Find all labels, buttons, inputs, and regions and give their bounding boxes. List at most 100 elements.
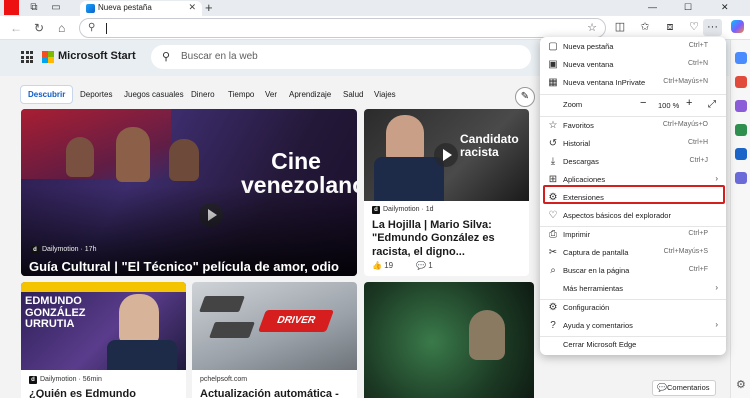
feedback-button[interactable]: 💬 Comentarios	[652, 380, 716, 396]
split-screen-icon[interactable]: ◫	[614, 21, 626, 33]
close-window-button[interactable]: ✕	[721, 2, 729, 13]
category-viajes[interactable]: Viajes	[374, 90, 396, 99]
copilot-icon[interactable]	[731, 20, 744, 33]
office-icon[interactable]	[735, 172, 747, 184]
category-juegos[interactable]: Juegos casuales	[124, 90, 184, 99]
favorite-star-icon[interactable]: ☆	[587, 21, 597, 34]
category-tiempo[interactable]: Tiempo	[228, 90, 254, 99]
collections-icon[interactable]: ⧈	[664, 21, 676, 33]
source-label: Dailymotion · 17h	[42, 246, 97, 253]
new-tab-button[interactable]: +	[205, 0, 213, 15]
source-label: Dailymotion · 1d	[383, 206, 434, 213]
menu-item-downloads[interactable]: ⤓ Descargas Ctrl+J	[540, 153, 726, 171]
refresh-icon[interactable]: ↻	[34, 21, 44, 35]
menu-item-new-tab[interactable]: ▢ Nueva pestaña Ctrl+T	[540, 38, 726, 56]
outlook-icon[interactable]	[735, 148, 747, 160]
web-search-box[interactable]: ⚲ Buscar en la web	[151, 45, 531, 69]
essentials-icon: ♡	[548, 210, 558, 221]
card-image: EDMUNDO GONZÁLEZ URRUTIA	[21, 282, 186, 370]
news-card[interactable]: EDMUNDO GONZÁLEZ URRUTIA d Dailymotion · …	[21, 282, 186, 398]
menu-label: Ayuda y comentarios	[563, 321, 633, 330]
shopping-icon[interactable]	[735, 76, 747, 88]
downloads-icon: ⤓	[550, 156, 556, 167]
close-tab-icon[interactable]: ✕	[188, 2, 196, 13]
help-icon: ?	[550, 320, 556, 331]
card-source: d Dailymotion · 1d	[372, 206, 434, 214]
image-overlay-text: Candidato racista	[460, 132, 519, 159]
profile-square-icon[interactable]	[4, 0, 19, 15]
category-descubrir[interactable]: Descubrir	[20, 85, 74, 104]
news-card-video[interactable]	[364, 282, 534, 398]
find-icon: ⌕	[550, 265, 556, 276]
personalize-icon[interactable]: ✎	[515, 87, 535, 107]
dailymotion-icon: d	[29, 376, 37, 384]
image-overlay-text: DRIVER	[257, 310, 335, 332]
card-title[interactable]: Guía Cultural | "El Técnico" película de…	[29, 259, 349, 276]
workspaces-icon[interactable]: ⧉	[28, 2, 40, 14]
play-icon[interactable]	[434, 143, 458, 167]
menu-item-print[interactable]: ⎙ Imprimir Ctrl+P	[540, 226, 726, 244]
favorites-bar-icon[interactable]: ✩	[639, 21, 651, 33]
category-deportes[interactable]: Deportes	[80, 90, 112, 99]
brand-title: Microsoft Start	[58, 50, 136, 62]
menu-label: Zoom	[563, 100, 583, 109]
zoom-in-button[interactable]: +	[686, 97, 692, 109]
menu-label: Captura de pantalla	[563, 248, 629, 257]
menu-item-inprivate[interactable]: ▦ Nueva ventana InPrivate Ctrl+Mayús+N	[540, 74, 726, 92]
menu-item-help[interactable]: ? Ayuda y comentarios ›	[540, 317, 726, 335]
zoom-value: 100 %	[658, 101, 680, 110]
tools-icon[interactable]	[735, 100, 747, 112]
card-image: DRIVER	[192, 282, 357, 370]
news-card[interactable]: Candidato racista d Dailymotion · 1d La H…	[364, 109, 529, 276]
card-title[interactable]: La Hojilla | Mario Silva: "Edmundo Gonzá…	[372, 219, 522, 259]
tab-actions-icon[interactable]: ▭	[50, 2, 62, 14]
menu-item-favorites[interactable]: ☆ Favoritos Ctrl+Mayús+O	[540, 117, 726, 135]
menu-shortcut: Ctrl+Mayús+N	[663, 78, 708, 85]
menu-item-close-edge[interactable]: Cerrar Microsoft Edge	[540, 336, 726, 354]
menu-label: Nueva ventana InPrivate	[563, 78, 646, 87]
card-image	[364, 282, 534, 398]
menu-shortcut: Ctrl+F	[688, 266, 708, 273]
category-salud[interactable]: Salud	[343, 90, 363, 99]
menu-shortcut: Ctrl+J	[689, 157, 708, 164]
home-icon[interactable]: ⌂	[58, 21, 65, 35]
news-card[interactable]: DRIVER pchelpsoft.com Actualización auto…	[192, 282, 357, 398]
minimize-button[interactable]: —	[648, 2, 657, 12]
image-overlay-text: EDMUNDO GONZÁLEZ URRUTIA	[25, 295, 86, 331]
menu-item-essentials[interactable]: ♡ Aspectos básicos del explorador	[540, 207, 726, 225]
maximize-button[interactable]: ☐	[684, 2, 692, 13]
like-count[interactable]: 👍 19	[372, 261, 393, 270]
card-title[interactable]: Actualización automática -	[200, 388, 350, 398]
menu-shortcut: Ctrl+Mayús+S	[663, 248, 708, 255]
category-dinero[interactable]: Dinero	[191, 90, 215, 99]
sidebar-settings-icon[interactable]: ⚙	[736, 378, 746, 391]
tab-strip: ⧉ ▭ Nueva pestaña ✕ + — ☐ ✕	[0, 0, 750, 16]
menu-item-more-tools[interactable]: Más herramientas ›	[540, 280, 726, 298]
zoom-out-button[interactable]: −	[640, 97, 646, 109]
menu-label: Más herramientas	[563, 284, 624, 293]
card-title[interactable]: ¿Quién es Edmundo	[29, 388, 179, 398]
menu-item-history[interactable]: ↺ Historial Ctrl+H	[540, 135, 726, 153]
menu-label: Favoritos	[563, 121, 594, 130]
menu-item-new-window[interactable]: ▣ Nueva ventana Ctrl+N	[540, 56, 726, 74]
category-aprendizaje[interactable]: Aprendizaje	[289, 90, 331, 99]
browser-essentials-icon[interactable]: ♡	[688, 21, 700, 33]
address-bar[interactable]: ⚲ ☆	[79, 18, 606, 38]
menu-shortcut: Ctrl+P	[688, 230, 708, 237]
menu-item-zoom: Zoom − 100 % + ⤢	[540, 95, 726, 115]
comment-count-value: 1	[428, 261, 433, 270]
category-ver[interactable]: Ver	[265, 90, 277, 99]
menu-item-screenshot[interactable]: ✂ Captura de pantalla Ctrl+Mayús+S	[540, 244, 726, 262]
menu-item-settings[interactable]: ⚙ Configuración	[540, 299, 726, 317]
comment-count[interactable]: 💬 1	[416, 261, 433, 270]
tab-nueva-pestana[interactable]: Nueva pestaña ✕	[80, 1, 202, 16]
app-launcher-icon[interactable]	[21, 51, 33, 63]
new-tab-icon: ▢	[548, 41, 558, 52]
games-icon[interactable]	[735, 124, 747, 136]
news-card-large[interactable]: Cine venezolano dDailymotion · 17h Guía …	[21, 109, 357, 276]
settings-and-more-button[interactable]: ···	[703, 19, 722, 36]
back-arrow-icon[interactable]: ←	[10, 21, 22, 35]
menu-item-find[interactable]: ⌕ Buscar en la página Ctrl+F	[540, 262, 726, 280]
search-sidebar-icon[interactable]	[735, 52, 747, 64]
fullscreen-icon[interactable]: ⤢	[708, 99, 716, 110]
